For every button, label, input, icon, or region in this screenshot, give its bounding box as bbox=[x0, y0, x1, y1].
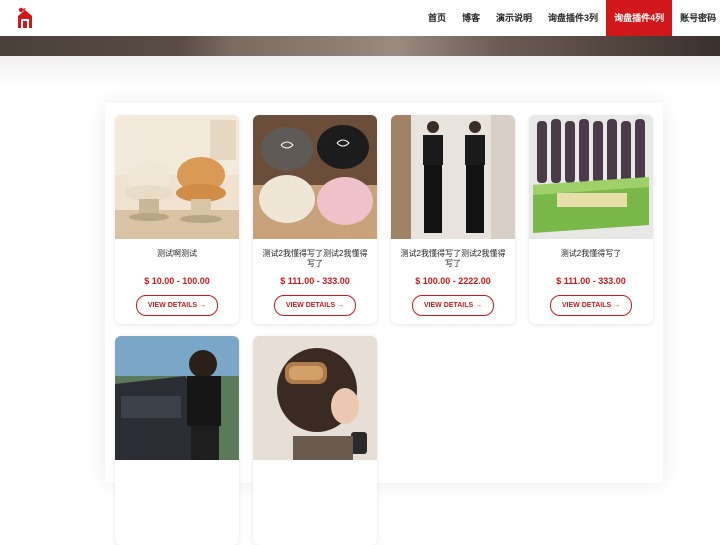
product-title[interactable]: 测试2我懂得写了 bbox=[535, 249, 647, 259]
product-image-woman-car[interactable] bbox=[115, 336, 239, 460]
product-price: $ 10.00 - 100.00 bbox=[144, 276, 210, 286]
product-image-sugarcane[interactable] bbox=[529, 115, 653, 239]
view-details-button[interactable]: VIEW DETAILS → bbox=[412, 295, 494, 316]
product-card[interactable]: 测试啊测试 $ 10.00 - 100.00 VIEW DETAILS → bbox=[115, 115, 239, 324]
product-title[interactable]: 测试啊测试 bbox=[121, 249, 233, 259]
view-details-button[interactable]: VIEW DETAILS → bbox=[550, 295, 632, 316]
bird-house-logo-icon[interactable] bbox=[16, 7, 34, 29]
site-header: 首页 博客 演示说明 询盘插件3列 询盘插件4列 账号密码 建 bbox=[0, 0, 720, 36]
banner-shadow bbox=[0, 56, 720, 86]
product-card[interactable] bbox=[115, 336, 239, 545]
product-price: $ 111.00 - 333.00 bbox=[280, 276, 350, 286]
product-image-stools[interactable] bbox=[115, 115, 239, 239]
product-image-outfit[interactable] bbox=[391, 115, 515, 239]
nav-item-blog[interactable]: 博客 bbox=[454, 0, 488, 36]
product-image-hair-clip[interactable] bbox=[253, 336, 377, 460]
product-price: $ 100.00 - 2222.00 bbox=[415, 276, 491, 286]
view-details-button[interactable]: VIEW DETAILS → bbox=[136, 295, 218, 316]
product-image-caps[interactable] bbox=[253, 115, 377, 239]
product-card[interactable]: 测试2我懂得写了测试2我懂得写了 $ 111.00 - 333.00 VIEW … bbox=[253, 115, 377, 324]
nav-item-inquiry-4col[interactable]: 询盘插件4列 bbox=[606, 0, 673, 36]
product-title[interactable]: 测试2我懂得写了测试2我懂得写了 bbox=[259, 249, 371, 269]
hero-banner bbox=[0, 36, 720, 56]
product-card[interactable] bbox=[253, 336, 377, 545]
nav-item-inquiry-3col[interactable]: 询盘插件3列 bbox=[540, 0, 606, 36]
nav-item-account[interactable]: 账号密码 bbox=[672, 0, 720, 36]
main-nav: 首页 博客 演示说明 询盘插件3列 询盘插件4列 账号密码 建 bbox=[420, 0, 720, 36]
nav-item-home[interactable]: 首页 bbox=[420, 0, 454, 36]
product-price: $ 111.00 - 333.00 bbox=[556, 276, 626, 286]
product-title[interactable]: 测试2我懂得写了测试2我懂得写了 bbox=[397, 249, 509, 269]
nav-item-demo[interactable]: 演示说明 bbox=[488, 0, 540, 36]
view-details-button[interactable]: VIEW DETAILS → bbox=[274, 295, 356, 316]
product-card[interactable]: 测试2我懂得写了 $ 111.00 - 333.00 VIEW DETAILS … bbox=[529, 115, 653, 324]
product-grid: 测试啊测试 $ 10.00 - 100.00 VIEW DETAILS → 测试… bbox=[105, 103, 663, 545]
product-card[interactable]: 测试2我懂得写了测试2我懂得写了 $ 100.00 - 2222.00 VIEW… bbox=[391, 115, 515, 324]
